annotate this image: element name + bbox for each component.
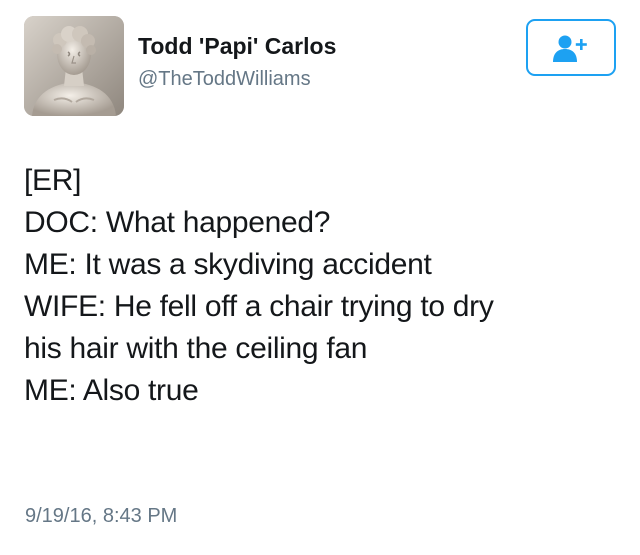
tweet-timestamp[interactable]: 9/19/16, 8:43 PM — [25, 505, 177, 528]
tweet-line: his hair with the ceiling fan — [24, 332, 368, 365]
statue-bust-avatar-icon — [24, 16, 124, 116]
follow-button[interactable] — [526, 19, 616, 76]
tweet-line: ME: It was a skydiving accident — [24, 248, 432, 281]
tweet-line: WIFE: He fell off a chair trying to dry — [24, 290, 494, 323]
user-handle[interactable]: @TheToddWilliams — [138, 68, 311, 91]
display-name[interactable]: Todd 'Papi' Carlos — [138, 33, 336, 60]
add-user-icon — [553, 35, 587, 62]
tweet-line: ME: Also true — [24, 374, 199, 407]
avatar[interactable] — [24, 16, 124, 116]
tweet-line: [ER] — [24, 164, 82, 197]
tweet-card: Todd 'Papi' Carlos @TheToddWilliams [ER]… — [0, 0, 640, 555]
tweet-text: [ER] DOC: What happened? ME: It was a sk… — [24, 160, 624, 412]
tweet-line: DOC: What happened? — [24, 206, 331, 239]
